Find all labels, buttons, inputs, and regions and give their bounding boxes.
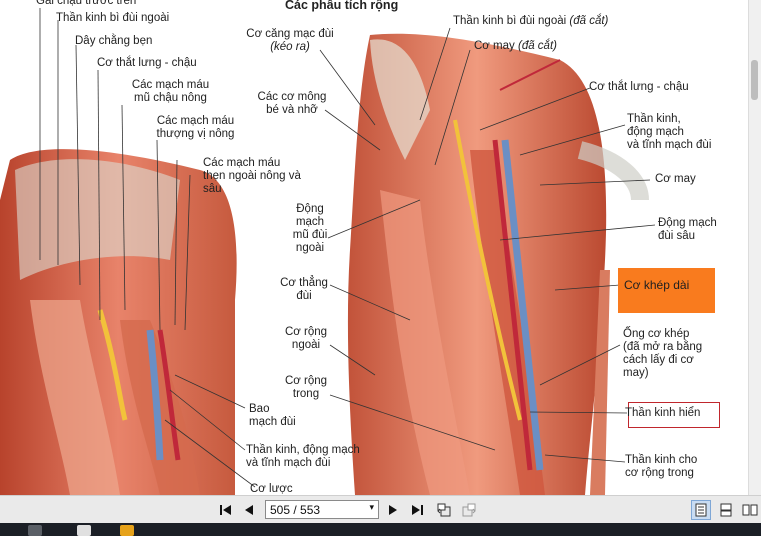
label-co-mong-1: Các cơ mông [257,91,327,103]
label-tk-hien: Thần kinh hiển [625,407,701,419]
label-dm-mu-2: mạch [295,216,325,228]
label-tk-bi-dui-cat: Thần kinh bì đùi ngoài (đã cắt) [453,15,608,28]
last-page-icon [412,505,423,515]
label-co-cang-1: Cơ căng mạc đùi [246,28,334,40]
label-mach-then-1: Các mạch máu [203,157,281,169]
label-co-thang-2: đùi [296,290,312,302]
scrollbar-thumb[interactable] [751,60,758,100]
label-co-mong-2: bé và nhỡ [266,104,318,116]
go-back-view-icon [437,503,451,517]
label-day-chang-ben: Dây chằng bẹn [75,35,153,47]
document-viewer: Gai chậu trước trên Thần kinh bì đùi ngo… [0,0,761,495]
page-number-field[interactable]: 505 / 553 ▾ [265,500,379,519]
label-tk-dm-2: động mạch [627,126,684,138]
label-co-luoc: Cơ lược [250,483,293,495]
label-ong-co-khep-3: cách lấy đi cơ [623,354,694,366]
first-page-icon [220,505,231,515]
previous-page-button[interactable] [241,500,257,520]
label-mach-thuong-vi-2: thượng vị nông [156,128,235,140]
label-dm-dui-sau-1: Động mạch [658,217,717,229]
vertical-scrollbar[interactable] [748,0,761,495]
previous-page-icon [245,505,253,515]
label-tk-bi-dui-cat-note: (đã cắt) [569,15,609,27]
label-tk-dm-3: và tĩnh mạch đùi [627,139,712,151]
label-tk-dm-1: Thần kinh, [627,113,681,125]
label-co-that-lung-chau: Cơ thắt lưng - chậu [97,57,197,69]
taskbar-app-icon[interactable] [77,525,91,536]
label-co-may-cat-text: Cơ may [474,40,515,52]
label-co-may: Cơ may [655,173,696,185]
label-tk-cho-2: cơ rộng trong [625,467,694,479]
next-page-icon [389,505,397,515]
orange-highlight-co-khep-dai: Cơ khép dài [618,268,715,313]
label-tk-cho-1: Thần kinh cho [625,454,698,466]
page-number-value: 505 / 553 [270,503,321,517]
label-tk-bi-dui-cat-text: Thần kinh bì đùi ngoài [453,15,567,27]
two-page-view-button[interactable] [740,500,760,520]
viewer-toolbar: 505 / 553 ▾ [0,495,761,524]
label-co-may-cat: Cơ may (đã cắt) [474,40,557,53]
label-co-thang-1: Cơ thẳng [280,277,328,289]
single-page-view-button[interactable] [691,500,711,520]
label-co-cang-2: (kéo ra) [270,41,310,53]
label-ong-co-khep-4: may) [623,367,649,379]
label-rong-trong-2: trong [292,388,320,400]
go-forward-view-icon [462,503,476,517]
os-taskbar [0,523,761,536]
two-page-icon [742,504,758,516]
label-tk-dm-tm-1: Thần kinh, động mạch [246,444,360,456]
label-gai-chau-truoc-tren: Gai chậu trước trên [36,0,137,7]
next-page-button[interactable] [385,500,401,520]
single-page-icon [695,503,707,517]
label-than-kinh-bi-dui-ngoai: Thần kinh bì đùi ngoài [56,12,170,24]
last-page-button[interactable] [408,500,426,520]
label-dm-mu-4: ngoài [295,242,325,254]
first-page-button[interactable] [217,500,235,520]
label-dm-mu-1: Động [296,203,324,215]
page-title: Các phẫu tích rộng [285,0,399,12]
label-tk-dm-tm-2: và tĩnh mạch đùi [246,457,331,469]
label-mach-then-3: sâu [203,183,222,195]
label-mach-then-2: thẹn ngoài nông và [203,170,301,182]
label-rong-ngoai-2: ngoài [291,339,321,351]
label-co-khep-dai: Cơ khép dài [624,278,690,292]
label-mach-mu-chau-1: Các mạch máu [131,79,210,91]
label-bao-mach-1: Bao [249,403,270,415]
go-forward-view-button[interactable] [460,500,478,520]
label-co-may-cat-note: (đã cắt) [517,40,557,52]
taskbar-folder-icon[interactable] [120,525,134,536]
chevron-down-icon: ▾ [369,502,374,512]
label-dm-dui-sau-2: đùi sâu [658,230,696,242]
continuous-view-button[interactable] [716,500,736,520]
label-dm-mu-3: mũ đùi [292,229,328,241]
label-rong-trong-1: Cơ rộng [284,375,328,387]
label-mach-thuong-vi-1: Các mạch máu [156,115,235,127]
label-bao-mach-2: mạch đùi [249,416,296,428]
label-co-that-lung-chau-r: Cơ thắt lưng - chậu [589,81,689,93]
go-back-view-button[interactable] [435,500,453,520]
label-ong-co-khep-2: (đã mở ra bằng [623,341,703,353]
label-mach-mu-chau-2: mũ chậu nông [134,92,207,104]
taskbar-app-icon[interactable] [28,525,42,536]
continuous-page-icon [720,503,732,517]
label-rong-ngoai-1: Cơ rộng [284,326,328,338]
label-ong-co-khep-1: Ống cơ khép [623,328,690,340]
